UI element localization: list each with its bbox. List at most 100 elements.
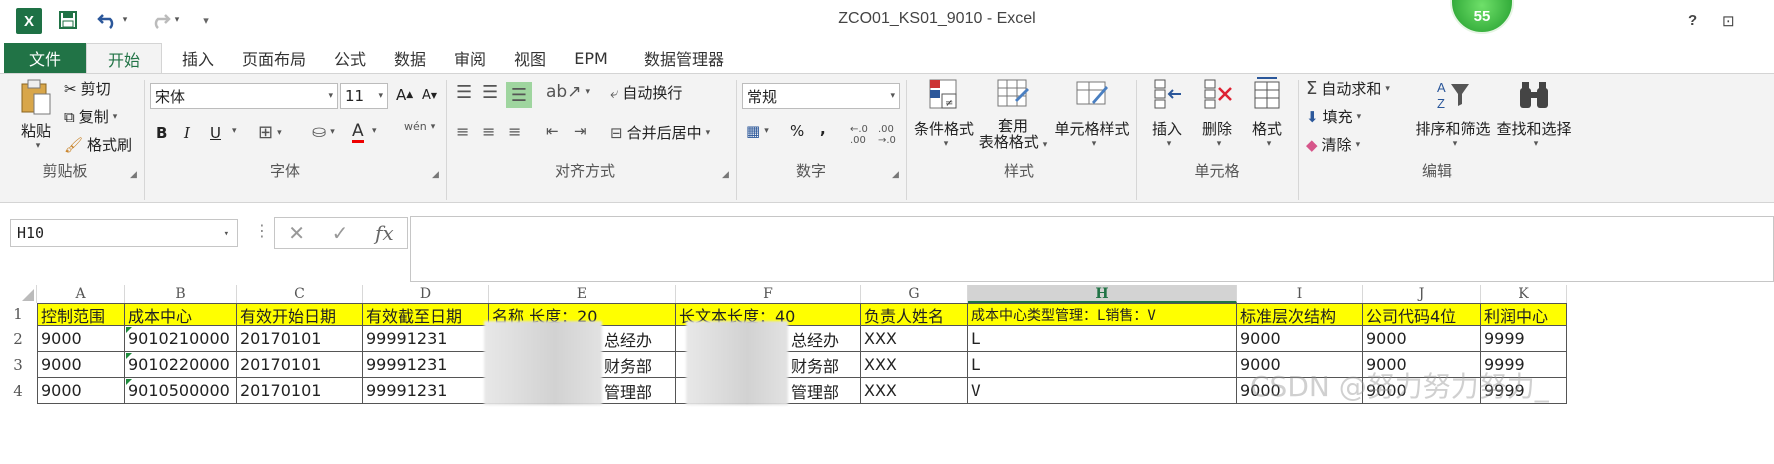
cell-b3[interactable]: 9010220000 xyxy=(125,352,237,378)
cell-k1[interactable]: 利润中心 xyxy=(1481,303,1567,326)
delete-cells-button[interactable]: 删除 ▾ xyxy=(1194,76,1240,149)
cell-k2[interactable]: 9999 xyxy=(1481,326,1567,352)
column-header-h[interactable]: H xyxy=(968,285,1237,303)
alignment-launcher-icon[interactable]: ◢ xyxy=(722,170,729,180)
cell-g2[interactable]: XXX xyxy=(861,326,968,352)
paste-button[interactable]: 粘贴 ▾ xyxy=(12,78,60,151)
row-header-4[interactable]: 4 xyxy=(0,378,36,404)
align-left-icon[interactable]: ≡ xyxy=(456,122,469,141)
number-launcher-icon[interactable]: ◢ xyxy=(892,170,899,180)
tab-home[interactable]: 开始 xyxy=(86,43,162,73)
font-name-select[interactable]: 宋体 ▾ xyxy=(150,83,338,109)
cell-h4[interactable]: V xyxy=(968,378,1237,404)
format-cells-button[interactable]: 格式 ▾ xyxy=(1244,76,1290,149)
cell-i2[interactable]: 9000 xyxy=(1237,326,1363,352)
font-color-dropdown[interactable]: ▾ xyxy=(372,126,377,136)
align-top-icon[interactable]: ☰ xyxy=(456,82,472,103)
font-size-select[interactable]: 11 ▾ xyxy=(340,83,388,109)
grow-font-button[interactable]: A ▲ xyxy=(396,86,413,104)
row-header-3[interactable]: 3 xyxy=(0,352,36,378)
bold-button[interactable]: B xyxy=(156,124,167,142)
merge-center-button[interactable]: ⊟ 合并后居中 ▾ xyxy=(610,122,710,143)
wrap-text-button[interactable]: ⤶ 自动换行 xyxy=(610,82,682,103)
error-indicator-icon[interactable] xyxy=(126,379,132,385)
cell-g4[interactable]: XXX xyxy=(861,378,968,404)
font-launcher-icon[interactable]: ◢ xyxy=(432,170,439,180)
font-color-icon[interactable]: A xyxy=(352,122,364,143)
orientation-icon[interactable]: ab↗ ▾ xyxy=(546,82,590,102)
increase-decimal-icon[interactable]: ←.0.00 xyxy=(850,124,868,146)
cell-b2[interactable]: 9010210000 xyxy=(125,326,237,352)
cell-g3[interactable]: XXX xyxy=(861,352,968,378)
cell-c2[interactable]: 20170101 xyxy=(237,326,363,352)
column-header-b[interactable]: B xyxy=(125,285,237,303)
clear-button[interactable]: ◆ 清除 ▾ xyxy=(1306,134,1360,155)
find-select-button[interactable]: 查找和选择 ▾ xyxy=(1494,76,1574,149)
tab-data-manager[interactable]: 数据管理器 xyxy=(626,43,742,73)
decrease-indent-icon[interactable]: ⇤ xyxy=(546,122,559,140)
decrease-decimal-icon[interactable]: .00 →.0 xyxy=(878,124,896,146)
autosum-button[interactable]: Σ 自动求和 ▾ xyxy=(1306,78,1390,99)
column-header-i[interactable]: I xyxy=(1237,285,1363,303)
tab-page-layout[interactable]: 页面布局 xyxy=(232,43,316,73)
shrink-font-button[interactable]: A ▼ xyxy=(422,88,437,103)
tab-insert[interactable]: 插入 xyxy=(172,43,224,73)
name-box[interactable]: H10 ▾ xyxy=(10,219,238,247)
align-center-icon[interactable]: ≡ xyxy=(482,122,495,141)
underline-dropdown[interactable]: ▾ xyxy=(232,126,237,136)
cell-d3[interactable]: 99991231 xyxy=(363,352,489,378)
tab-epm[interactable]: EPM xyxy=(566,43,616,73)
percent-button[interactable]: % xyxy=(790,122,804,140)
number-format-select[interactable]: 常规 ▾ xyxy=(742,83,900,109)
copy-button[interactable]: ⧉ 复制 ▾ xyxy=(64,106,117,127)
formula-input[interactable] xyxy=(410,216,1774,282)
cell-a1[interactable]: 控制范围 xyxy=(37,303,125,326)
row-header-2[interactable]: 2 xyxy=(0,326,36,352)
format-painter-button[interactable]: 🖌 格式刷 xyxy=(64,134,132,155)
cell-a4[interactable]: 9000 xyxy=(37,378,125,404)
cell-g1[interactable]: 负责人姓名 xyxy=(861,303,968,326)
error-indicator-icon[interactable] xyxy=(126,353,132,359)
cell-i1[interactable]: 标准层次结构 xyxy=(1237,303,1363,326)
cell-j2[interactable]: 9000 xyxy=(1363,326,1481,352)
help-button[interactable]: ? xyxy=(1688,12,1697,29)
select-all-corner[interactable] xyxy=(0,285,37,303)
column-header-d[interactable]: D xyxy=(363,285,489,303)
insert-cells-button[interactable]: 插入 ▾ xyxy=(1144,76,1190,149)
format-as-table-button[interactable]: 套用 表格格式 ▾ xyxy=(978,76,1048,153)
cancel-icon[interactable]: ✕ xyxy=(288,221,305,245)
cell-d2[interactable]: 99991231 xyxy=(363,326,489,352)
increase-indent-icon[interactable]: ⇥ xyxy=(574,122,587,140)
comma-button[interactable]: , xyxy=(820,120,826,138)
column-header-k[interactable]: K xyxy=(1481,285,1567,303)
cell-d1[interactable]: 有效截至日期 xyxy=(363,303,489,326)
clipboard-launcher-icon[interactable]: ◢ xyxy=(130,170,137,180)
cell-c3[interactable]: 20170101 xyxy=(237,352,363,378)
cell-b1[interactable]: 成本中心 xyxy=(125,303,237,326)
borders-icon[interactable]: ⊞ ▾ xyxy=(258,122,282,143)
sort-filter-button[interactable]: AZ 排序和筛选 ▾ xyxy=(1414,76,1492,149)
column-header-g[interactable]: G xyxy=(861,285,968,303)
formula-bar-grip[interactable]: ⋮ xyxy=(254,221,270,240)
cell-h2[interactable]: L xyxy=(968,326,1237,352)
cell-a3[interactable]: 9000 xyxy=(37,352,125,378)
cell-styles-button[interactable]: 单元格样式 ▾ xyxy=(1052,76,1132,149)
accounting-format-icon[interactable]: ▦ ▾ xyxy=(746,122,769,140)
fill-button[interactable]: ⬇ 填充 ▾ xyxy=(1306,106,1361,127)
column-header-e[interactable]: E xyxy=(489,285,676,303)
cell-c4[interactable]: 20170101 xyxy=(237,378,363,404)
enter-icon[interactable]: ✓ xyxy=(332,221,349,245)
column-header-c[interactable]: C xyxy=(237,285,363,303)
insert-function-icon[interactable]: fx xyxy=(375,221,394,245)
column-header-f[interactable]: F xyxy=(676,285,861,303)
align-bottom-icon[interactable]: ☰ xyxy=(506,82,532,108)
phonetic-guide-button[interactable]: wén ▾ xyxy=(404,120,435,133)
tab-data[interactable]: 数据 xyxy=(384,43,436,73)
column-header-j[interactable]: J xyxy=(1363,285,1481,303)
error-indicator-icon[interactable] xyxy=(126,327,132,333)
notification-badge[interactable]: 55 xyxy=(1450,0,1514,34)
cell-a2[interactable]: 9000 xyxy=(37,326,125,352)
tab-file[interactable]: 文件 xyxy=(4,43,86,73)
cell-c1[interactable]: 有效开始日期 xyxy=(237,303,363,326)
cell-b4[interactable]: 9010500000 xyxy=(125,378,237,404)
